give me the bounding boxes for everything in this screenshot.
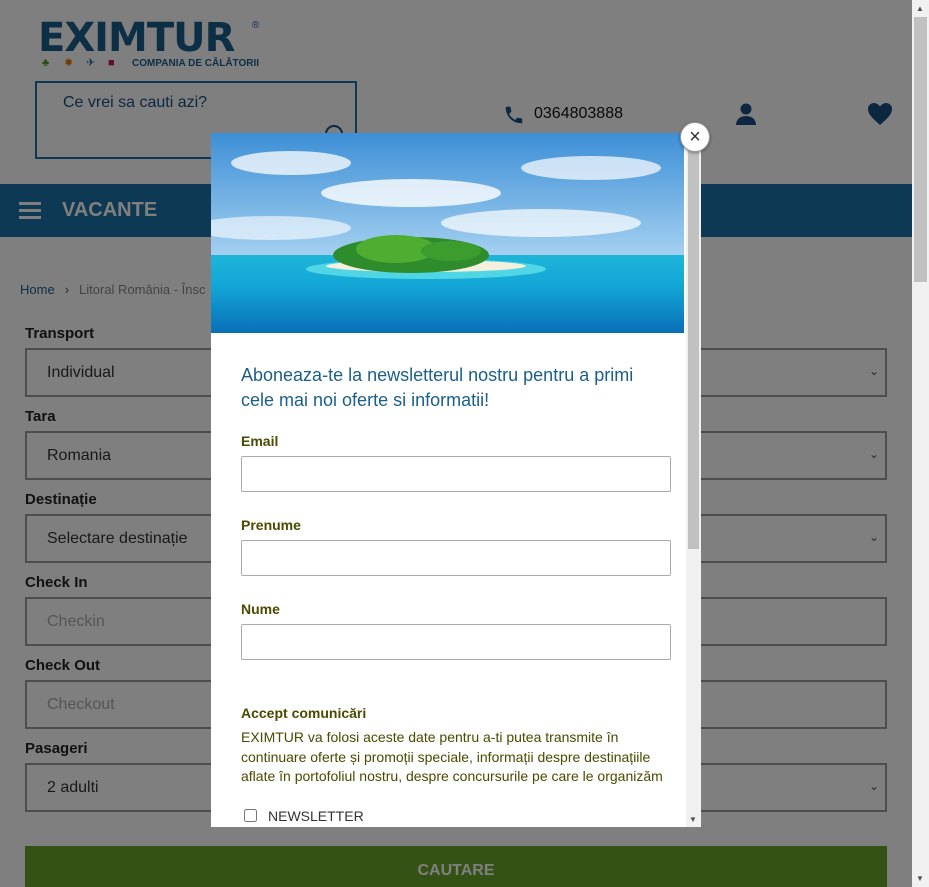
newsletter-heading: Aboneaza-te la newsletterul nostru pentr… [241, 365, 634, 410]
modal-close-button[interactable]: × [680, 122, 710, 152]
newsletter-checkbox[interactable] [244, 809, 257, 822]
nume-label: Nume [241, 601, 280, 617]
nume-field[interactable] [241, 624, 671, 660]
newsletter-checkbox-label[interactable]: NEWSLETTER [268, 808, 364, 824]
page-scrollbar[interactable]: ▲ ▼ [912, 0, 929, 887]
tropical-island-image [211, 133, 684, 333]
modal-scrollbar-thumb[interactable] [688, 151, 699, 549]
page-scrollbar-thumb[interactable] [914, 17, 927, 282]
email-label: Email [241, 433, 279, 449]
consent-title: Accept comunicări [241, 705, 367, 721]
scroll-down-icon[interactable]: ▼ [916, 874, 924, 883]
modal-scroll-down-icon[interactable]: ▼ [689, 815, 697, 824]
modal-scrollbar[interactable]: ▼ [686, 133, 701, 827]
email-field[interactable] [241, 456, 671, 492]
consent-text: EXIMTUR va folosi aceste date pentru a-t… [241, 729, 663, 784]
close-icon: × [689, 126, 701, 148]
prenume-label: Prenume [241, 517, 301, 533]
newsletter-modal: ▼ Aboneaza-te la newsletterul nostru pen… [211, 133, 701, 827]
prenume-field[interactable] [241, 540, 671, 576]
scroll-up-icon[interactable]: ▲ [916, 4, 924, 13]
